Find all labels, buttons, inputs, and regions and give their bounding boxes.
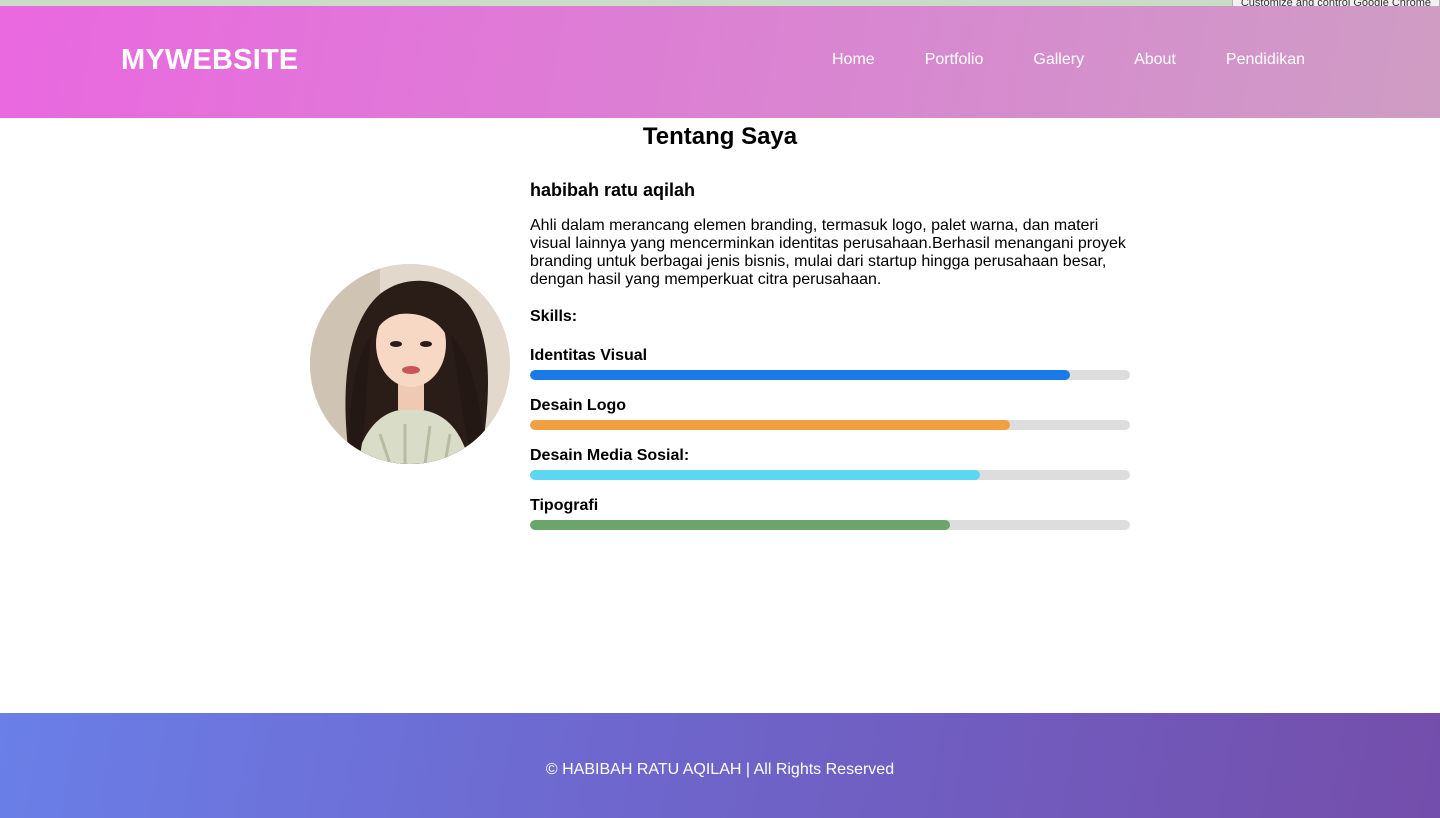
skill-bar-fill <box>530 420 1010 430</box>
skill-bar-fill <box>530 370 1070 380</box>
about-content: habibah ratu aqilah Ahli dalam merancang… <box>530 180 1130 547</box>
nav-link-home[interactable]: Home <box>832 51 875 69</box>
skill-item: Desain Media Sosial: <box>530 447 1130 480</box>
profile-name: habibah ratu aqilah <box>530 180 696 200</box>
skill-bar-fill <box>530 470 980 480</box>
skill-bar-track <box>530 370 1130 380</box>
skills-heading: Skills: <box>530 308 578 325</box>
skill-item: Identitas Visual <box>530 347 1130 380</box>
skill-label: Tipografi <box>530 497 599 514</box>
profile-bio: Ahli dalam merancang elemen branding, te… <box>530 217 1126 288</box>
main-nav: Home Portfolio Gallery About Pendidikan <box>832 51 1305 69</box>
skill-bar-fill <box>530 520 950 530</box>
profile-photo <box>310 264 510 464</box>
nav-link-gallery[interactable]: Gallery <box>1033 51 1084 69</box>
profile-photo-image <box>310 264 510 464</box>
skill-label: Identitas Visual <box>530 347 648 364</box>
nav-link-pendidikan[interactable]: Pendidikan <box>1226 51 1305 69</box>
site-logo[interactable]: MYWEBSITE <box>121 44 298 77</box>
nav-link-portfolio[interactable]: Portfolio <box>925 51 984 69</box>
skill-item: Desain Logo <box>530 397 1130 430</box>
skill-bar-track <box>530 520 1130 530</box>
site-footer: © HABIBAH RATU AQILAH | All Rights Reser… <box>0 713 1440 818</box>
skill-label: Desain Logo <box>530 397 627 414</box>
skill-bar-track <box>530 420 1130 430</box>
site-header: MYWEBSITE Home Portfolio Gallery About P… <box>0 6 1440 118</box>
page-title: Tentang Saya <box>642 123 798 150</box>
skill-bar-track <box>530 470 1130 480</box>
skill-item: Tipografi <box>530 497 1130 530</box>
skill-label: Desain Media Sosial: <box>530 447 690 464</box>
nav-link-about[interactable]: About <box>1134 51 1176 69</box>
footer-copyright: © HABIBAH RATU AQILAH | All Rights Reser… <box>545 761 895 778</box>
